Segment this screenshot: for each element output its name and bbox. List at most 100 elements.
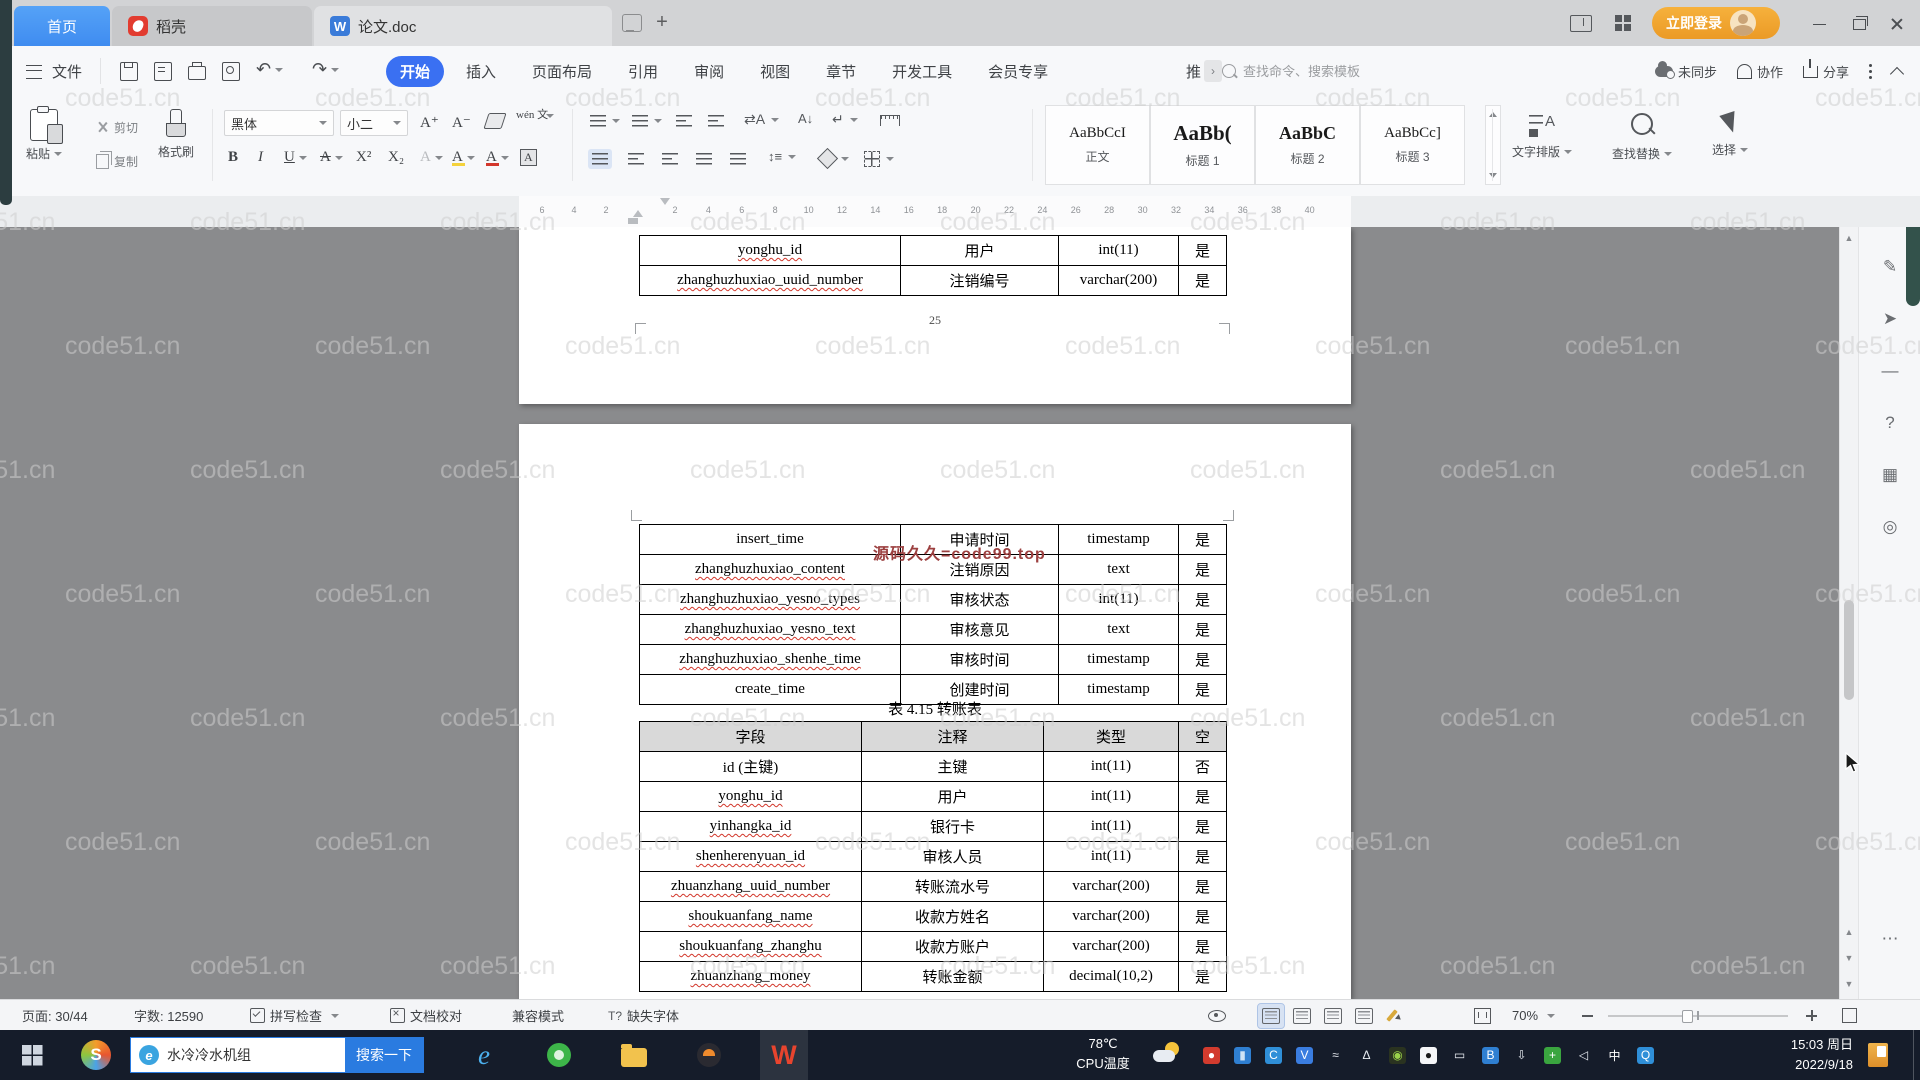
find-replace-button[interactable]: 查找替换: [1612, 113, 1673, 162]
more-options-icon[interactable]: [1869, 70, 1872, 73]
fit-page-button[interactable]: [1474, 1000, 1491, 1031]
tray-bell-icon[interactable]: Δ: [1358, 1047, 1375, 1064]
left-indent-marker[interactable]: [633, 210, 643, 217]
chevron-down-icon[interactable]: [275, 67, 284, 72]
cell-nullable[interactable]: 是: [1178, 931, 1227, 962]
copy-button[interactable]: 复制: [96, 151, 138, 170]
menu-tab[interactable]: 审阅: [680, 56, 738, 87]
horizontal-ruler[interactable]: 6 4 2 2 4 6 8 10 12 14 16 18 20 22 24 26 28 30 32 34 36 38 40: [0, 196, 1920, 228]
typeset-button[interactable]: 文字排版: [1512, 113, 1573, 160]
tray-ime-icon[interactable]: 中: [1606, 1047, 1623, 1064]
scroll-up-icon[interactable]: ▲: [1844, 233, 1854, 243]
tray-qbrowser-icon[interactable]: Q: [1637, 1046, 1654, 1064]
chevron-down-icon[interactable]: [331, 67, 340, 72]
header-comment[interactable]: 注释: [861, 721, 1044, 752]
first-line-indent-marker[interactable]: [660, 198, 670, 205]
select-tool-icon[interactable]: ➤: [1878, 307, 1902, 331]
tray-power-icon[interactable]: ▭: [1451, 1047, 1468, 1064]
char-shading-button[interactable]: A: [520, 149, 537, 166]
print-preview-button[interactable]: [220, 59, 242, 83]
skin-switch-icon[interactable]: [1566, 0, 1596, 46]
font-name-select[interactable]: 黑体: [224, 110, 334, 136]
menu-tab[interactable]: 引用: [614, 56, 672, 87]
sogou-input-icon[interactable]: S: [72, 1030, 120, 1080]
italic-button[interactable]: I: [258, 149, 263, 166]
cell-field[interactable]: zhuanzhang_uuid_number: [639, 871, 862, 902]
start-button[interactable]: [8, 1030, 56, 1080]
menu-more[interactable]: 推 ›: [1186, 60, 1223, 82]
numbered-list-button[interactable]: [632, 115, 662, 127]
cell-field[interactable]: yinhangka_id: [639, 811, 862, 842]
font-size-select[interactable]: 小二: [340, 110, 408, 136]
cut-button[interactable]: 剪切: [96, 119, 138, 136]
format-painter-button[interactable]: 格式刷: [158, 109, 194, 160]
sort-button[interactable]: A↓: [798, 111, 813, 126]
export-button[interactable]: [152, 59, 174, 83]
save-button[interactable]: [118, 59, 140, 83]
scroll-down-icon[interactable]: [1489, 173, 1497, 178]
cell-comment[interactable]: 转账流水号: [861, 871, 1044, 902]
cell-comment[interactable]: 用户: [861, 781, 1044, 812]
scroll-up-icon[interactable]: [1489, 112, 1497, 117]
taskbar-search-button[interactable]: 搜索一下: [345, 1038, 423, 1072]
tab-stop-button[interactable]: [880, 115, 900, 126]
grow-font-button[interactable]: A⁺: [420, 113, 439, 132]
print-button[interactable]: [186, 59, 208, 83]
scroll-down-icon[interactable]: ▼: [1844, 979, 1854, 989]
increase-indent-button[interactable]: [708, 115, 724, 127]
overlay-handle[interactable]: [1906, 227, 1920, 306]
cell-field[interactable]: zhanghuzhuxiao_uuid_number: [639, 265, 901, 296]
collaborate-button[interactable]: 协作: [1736, 62, 1783, 81]
tray-usb-icon[interactable]: ▮: [1234, 1046, 1251, 1064]
ink-button[interactable]: [1382, 1004, 1408, 1028]
db-table-zhuanzhang[interactable]: 字段 注释 类型 空 id (主键) 主键 int(11) 否 yonghu_i…: [639, 721, 1227, 992]
cell-comment[interactable]: 主键: [861, 751, 1044, 782]
cell-type[interactable]: varchar(200): [1043, 931, 1179, 962]
cell-type[interactable]: timestamp: [1058, 644, 1179, 675]
taskbar-clock[interactable]: 15:03 周日 2022/9/18: [1735, 1035, 1853, 1075]
redo-button[interactable]: ↷: [312, 59, 340, 80]
cell-comment[interactable]: 用户: [900, 235, 1059, 266]
style-card[interactable]: AaBbCcI 正文: [1045, 105, 1150, 185]
tab-document[interactable]: W 论文.doc: [314, 6, 612, 46]
show-marks-button[interactable]: ↵: [832, 111, 858, 128]
tray-shield-icon[interactable]: V: [1296, 1046, 1313, 1064]
cell-field[interactable]: shoukuanfang_name: [639, 901, 862, 932]
more-tools-icon[interactable]: ⋯: [1878, 927, 1902, 951]
menu-tab[interactable]: 开始: [386, 56, 445, 87]
cell-nullable[interactable]: 是: [1178, 644, 1227, 675]
shrink-font-button[interactable]: A⁻: [452, 113, 471, 132]
style-card[interactable]: AaBbCc] 标题 3: [1360, 105, 1465, 185]
cell-nullable[interactable]: 是: [1178, 235, 1227, 266]
cell-comment[interactable]: 收款方姓名: [861, 901, 1044, 932]
cell-nullable[interactable]: 是: [1178, 524, 1227, 555]
cpu-temp-widget[interactable]: 78℃ CPU温度: [1055, 1034, 1151, 1076]
collapse-ribbon-icon[interactable]: [1889, 66, 1905, 81]
cell-nullable[interactable]: 是: [1178, 901, 1227, 932]
tray-red-app-icon[interactable]: ●: [1203, 1046, 1220, 1064]
zoom-slider-handle[interactable]: [1682, 1010, 1693, 1023]
cell-type[interactable]: text: [1058, 554, 1179, 585]
prev-page-icon[interactable]: ▲: [1844, 927, 1854, 937]
cell-comment[interactable]: 审核意见: [900, 614, 1059, 645]
document-page-26[interactable]: insert_time 申请时间 timestamp 是 zhanghuzhux…: [519, 424, 1351, 999]
tray-wifi-icon[interactable]: ≈: [1327, 1047, 1344, 1064]
borders-button[interactable]: [864, 151, 894, 167]
cell-nullable[interactable]: 是: [1178, 961, 1227, 992]
font-color-button[interactable]: A: [486, 149, 509, 166]
taskbar-app-icon[interactable]: [685, 1030, 733, 1080]
cell-field[interactable]: insert_time: [639, 524, 901, 555]
web-view-button[interactable]: [1351, 1004, 1377, 1028]
taskbar-ie-icon[interactable]: e: [460, 1030, 508, 1080]
cell-comment[interactable]: 注销编号: [900, 265, 1059, 296]
menu-tab[interactable]: 视图: [746, 56, 804, 87]
subscript-button[interactable]: X₂: [388, 149, 404, 166]
cell-field[interactable]: zhuanzhang_money: [639, 961, 862, 992]
cell-comment[interactable]: 转账金额: [861, 961, 1044, 992]
sync-status[interactable]: 未同步: [1654, 61, 1717, 81]
cell-type[interactable]: int(11): [1058, 584, 1179, 615]
notification-icon[interactable]: [1868, 1043, 1888, 1067]
strikethrough-button[interactable]: A: [320, 149, 343, 166]
help-icon[interactable]: ?: [1878, 411, 1902, 435]
cell-type[interactable]: varchar(200): [1043, 871, 1179, 902]
